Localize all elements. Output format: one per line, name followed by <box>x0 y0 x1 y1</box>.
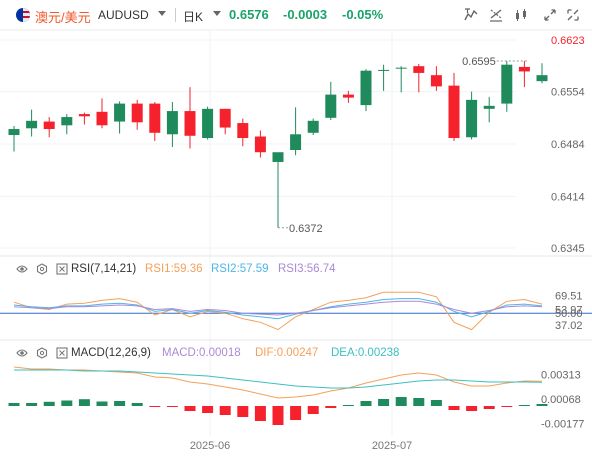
delete-icon[interactable] <box>56 347 68 359</box>
candle-body <box>149 103 161 133</box>
candle-body <box>342 94 354 98</box>
macd-histogram-bar <box>518 405 530 406</box>
candle-body <box>272 152 284 162</box>
macd-histogram-bar <box>8 403 20 406</box>
macd-label: MACD(12,26,9) <box>71 347 151 359</box>
macd-histogram-bar <box>26 403 38 406</box>
macd-histogram-bar <box>61 400 73 406</box>
candle-body <box>131 103 143 123</box>
macd-histogram-bar <box>360 401 372 406</box>
rsi3-value: RSI3:56.74 <box>278 263 336 275</box>
candle-body <box>501 64 513 104</box>
candle-body <box>307 120 319 133</box>
price-axis-tick: 0.6623 <box>551 35 585 47</box>
candle-body <box>43 121 55 130</box>
date-axis-tick: 2025-06 <box>190 440 230 452</box>
axes: 0.66230.65540.64840.64140.634569.5153.97… <box>190 35 585 452</box>
rsi2-value: RSI2:57.59 <box>211 263 269 275</box>
macd-axis-tick: 0.00068 <box>541 394 581 406</box>
eye-icon[interactable] <box>16 263 28 275</box>
macd-histogram-bar <box>131 403 143 406</box>
macd-histogram-bar <box>342 405 354 406</box>
macd-axis-tick: 0.00313 <box>541 370 581 382</box>
settings-icon[interactable] <box>36 263 48 275</box>
low-annotation-label: 0.6372 <box>289 223 323 235</box>
macd-histogram-bar <box>184 406 196 411</box>
candle-body <box>8 129 20 136</box>
rsi1-value: RSI1:59.36 <box>145 263 203 275</box>
price-axis-tick: 0.6345 <box>551 243 585 255</box>
rsi-label: RSI(7,14,21) <box>71 263 137 275</box>
macd-histogram-bar <box>448 406 460 410</box>
rsi-axis-tick: 37.02 <box>555 320 583 332</box>
candle-body <box>430 75 442 87</box>
candle-body <box>325 94 337 118</box>
macd-legend: MACD(12,26,9) MACD:0.00018 DIF:0.00247 D… <box>0 346 592 362</box>
macd-histogram-bar <box>149 406 161 407</box>
settings-icon[interactable] <box>36 347 48 359</box>
macd-histogram-bar <box>114 401 126 406</box>
macd-value: MACD:0.00018 <box>162 347 241 359</box>
macd-histogram-bar <box>78 399 90 406</box>
macd-histogram-bar <box>272 406 284 425</box>
candle-body <box>114 103 126 122</box>
price-axis-tick: 0.6484 <box>551 139 585 151</box>
macd-histogram-bar <box>96 401 108 406</box>
candle-body <box>360 70 372 106</box>
candle-body <box>395 67 407 69</box>
candle-body <box>254 136 266 153</box>
price-axis-tick: 0.6554 <box>551 87 585 99</box>
macd-histogram-bar <box>254 406 266 421</box>
candle-body <box>61 117 73 126</box>
macd-histogram-bar <box>483 406 495 409</box>
candle-body <box>536 75 548 82</box>
dif-line <box>13 366 543 399</box>
macd-histogram-bar <box>219 406 231 415</box>
candle-body <box>202 108 214 139</box>
price-panel: 0.6595 0.6372 <box>8 56 548 235</box>
macd-histogram-bar <box>466 406 478 411</box>
rsi-axis-tick: 50.00 <box>555 308 583 320</box>
rsi-legend: RSI(7,14,21) RSI1:59.36 RSI2:57.59 RSI3:… <box>0 262 592 278</box>
candle-body <box>184 111 196 136</box>
candle-body <box>237 123 249 139</box>
macd-histogram-bar <box>395 397 407 406</box>
dea-value: DEA:0.00238 <box>331 347 400 359</box>
macd-histogram-bar <box>430 400 442 406</box>
high-annotation-label: 0.6595 <box>462 56 496 68</box>
candle-body <box>483 105 495 109</box>
macd-histogram-bar <box>290 406 302 420</box>
macd-histogram-bar <box>202 406 214 413</box>
candle-body <box>26 120 38 129</box>
macd-histogram-bar <box>378 399 390 406</box>
chart-canvas[interactable]: 0.65950.6372 0.66230.65540.64840.64140.6… <box>0 0 592 457</box>
macd-histogram-bar <box>166 406 178 407</box>
candle-body <box>378 69 390 71</box>
macd-histogram-bar <box>237 406 249 417</box>
candle-body <box>166 111 178 135</box>
dif-value: DIF:0.00247 <box>255 347 319 359</box>
date-axis-tick: 2025-07 <box>372 440 412 452</box>
candle-body <box>96 111 108 126</box>
rsi-panel <box>0 291 592 331</box>
price-axis-tick: 0.6414 <box>551 191 585 203</box>
macd-histogram-bar <box>413 398 425 406</box>
dea-line <box>14 369 543 389</box>
candle-body <box>466 99 478 138</box>
candle-body <box>219 108 231 128</box>
candle-body <box>518 66 530 72</box>
candle-body <box>290 134 302 150</box>
macd-histogram-bar <box>325 406 337 408</box>
candle-body <box>448 85 460 139</box>
macd-histogram-bar <box>43 401 55 406</box>
candle-body <box>78 114 90 117</box>
macd-histogram-bar <box>307 406 319 414</box>
eye-icon[interactable] <box>16 347 28 359</box>
macd-histogram-bar <box>501 406 513 407</box>
rsi-axis-tick: 69.51 <box>555 290 583 302</box>
candle-body <box>413 66 425 73</box>
delete-icon[interactable] <box>56 263 68 275</box>
macd-panel <box>8 366 548 425</box>
macd-axis-tick: -0.00177 <box>541 419 584 431</box>
